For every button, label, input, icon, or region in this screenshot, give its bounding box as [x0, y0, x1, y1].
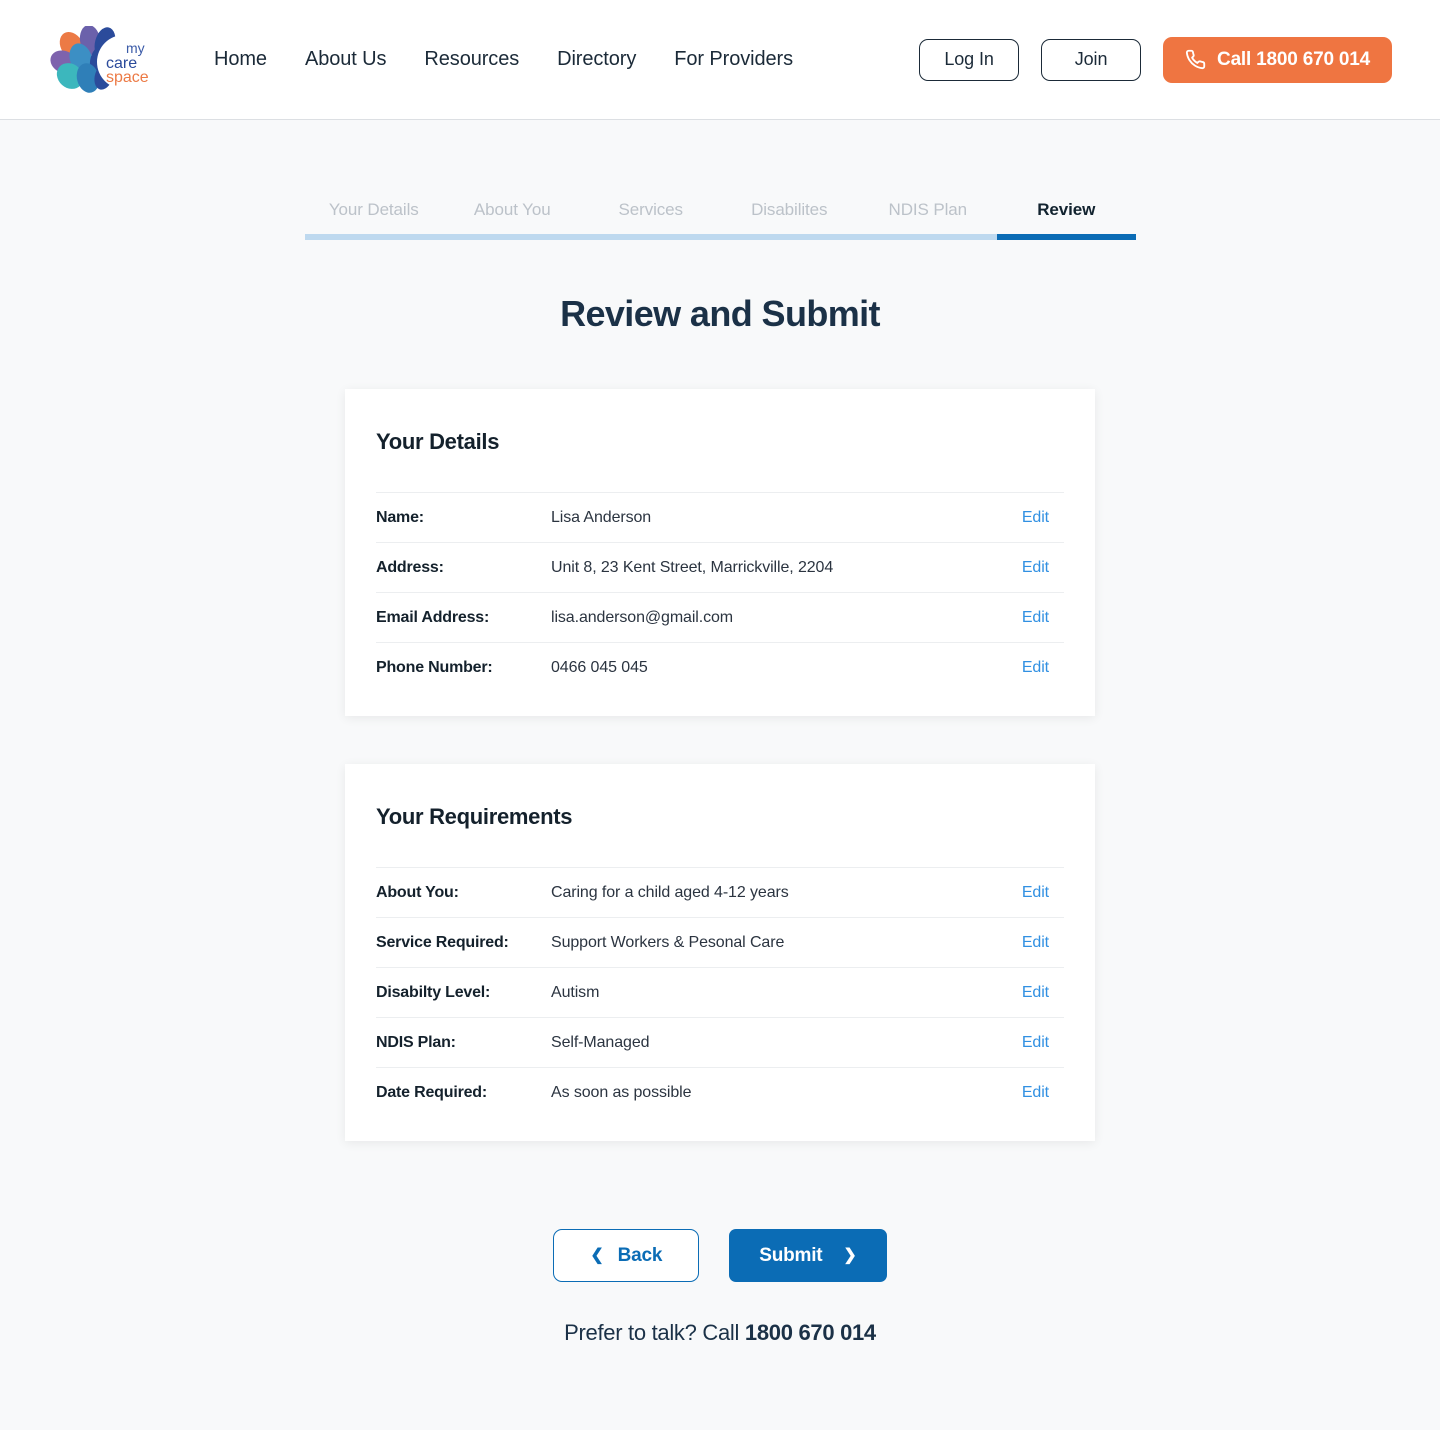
table-row: Email Address: lisa.anderson@gmail.com E… — [376, 592, 1064, 642]
submit-button-label: Submit — [759, 1244, 823, 1266]
form-actions: ❮ Back Submit ❯ — [0, 1229, 1440, 1282]
join-button[interactable]: Join — [1041, 38, 1142, 81]
table-row: Service Required: Support Workers & Peso… — [376, 917, 1064, 967]
main-nav: Home About Us Resources Directory For Pr… — [214, 48, 793, 71]
row-value-ndis-plan: Self-Managed — [551, 1033, 650, 1051]
your-requirements-card-title: Your Requirements — [376, 804, 573, 829]
edit-link-disability-level[interactable]: Edit — [1022, 984, 1064, 1002]
prefer-to-talk: Prefer to talk? Call 1800 670 014 — [0, 1320, 1440, 1346]
row-label-name: Name: — [376, 508, 424, 526]
back-button-label: Back — [617, 1244, 663, 1266]
row-label-address: Address: — [376, 558, 444, 576]
table-row: About You: Caring for a child aged 4-12 … — [376, 867, 1064, 917]
phone-icon — [1185, 49, 1206, 70]
submit-button[interactable]: Submit ❯ — [729, 1229, 887, 1282]
row-value-phone-number: 0466 045 045 — [551, 658, 648, 676]
step-your-details[interactable]: Your Details — [305, 200, 444, 222]
nav-item-resources[interactable]: Resources — [424, 48, 519, 71]
table-row: NDIS Plan: Self-Managed Edit — [376, 1017, 1064, 1067]
nav-item-home[interactable]: Home — [214, 48, 267, 71]
progress-bar-remaining — [305, 234, 998, 240]
edit-link-about-you[interactable]: Edit — [1022, 884, 1064, 902]
row-label-service-required: Service Required: — [376, 933, 509, 951]
site-header: my care space Home About Us Resources Di… — [0, 0, 1440, 120]
table-row: Address: Unit 8, 23 Kent Street, Marrick… — [376, 542, 1064, 592]
edit-link-ndis-plan[interactable]: Edit — [1022, 1034, 1064, 1052]
row-value-disability-level: Autism — [551, 983, 600, 1001]
edit-link-phone-number[interactable]: Edit — [1022, 659, 1064, 677]
step-services[interactable]: Services — [582, 200, 721, 222]
svg-text:my: my — [126, 40, 145, 56]
row-value-address: Unit 8, 23 Kent Street, Marrickville, 22… — [551, 558, 834, 576]
prefer-to-talk-phone: 1800 670 014 — [744, 1320, 876, 1345]
login-button[interactable]: Log In — [919, 38, 1020, 81]
back-button[interactable]: ❮ Back — [553, 1229, 700, 1282]
your-details-card-title: Your Details — [376, 429, 500, 454]
edit-link-address[interactable]: Edit — [1022, 559, 1064, 577]
site-logo[interactable]: my care space — [50, 25, 170, 95]
row-value-email-address: lisa.anderson@gmail.com — [551, 608, 734, 626]
table-row: Phone Number: 0466 045 045 Edit — [376, 642, 1064, 692]
row-label-about-you: About You: — [376, 883, 459, 901]
progress-steps: Your Details About You Services Disabili… — [304, 190, 1136, 240]
call-button[interactable]: Call 1800 670 014 — [1163, 36, 1392, 83]
nav-item-directory[interactable]: Directory — [557, 48, 636, 71]
row-label-disability-level: Disabilty Level: — [376, 983, 491, 1001]
progress-steps-container: Your Details About You Services Disabili… — [0, 190, 1440, 240]
edit-link-email-address[interactable]: Edit — [1022, 609, 1064, 627]
nav-item-for-providers[interactable]: For Providers — [674, 48, 793, 71]
row-value-name: Lisa Anderson — [551, 508, 652, 526]
table-row: Date Required: As soon as possible Edit — [376, 1067, 1064, 1117]
chevron-right-icon: ❯ — [843, 1246, 857, 1264]
table-row: Disabilty Level: Autism Edit — [376, 967, 1064, 1017]
row-label-phone-number: Phone Number: — [376, 658, 493, 676]
progress-bar-track — [304, 234, 1136, 240]
step-ndis-plan[interactable]: NDIS Plan — [859, 200, 998, 222]
my-care-space-logo-icon: my care space — [50, 25, 151, 93]
table-row: Name: Lisa Anderson Edit — [376, 492, 1064, 542]
your-details-card: Your Details Name: Lisa Anderson Edit Ad… — [345, 389, 1095, 716]
page-title: Review and Submit — [560, 293, 880, 334]
nav-item-about-us[interactable]: About Us — [305, 48, 387, 71]
your-requirements-card: Your Requirements About You: Caring for … — [345, 764, 1095, 1141]
progress-step-labels: Your Details About You Services Disabili… — [305, 190, 1136, 222]
prefer-to-talk-text: Prefer to talk? Call — [564, 1320, 740, 1345]
row-value-service-required: Support Workers & Pesonal Care — [551, 933, 785, 951]
row-label-email-address: Email Address: — [376, 608, 490, 626]
svg-text:space: space — [106, 69, 149, 86]
row-value-date-required: As soon as possible — [551, 1083, 692, 1101]
step-disabilites[interactable]: Disabilites — [720, 200, 859, 222]
call-button-label: Call 1800 670 014 — [1217, 48, 1370, 70]
step-about-you[interactable]: About You — [443, 200, 582, 222]
progress-bar-fill — [997, 234, 1136, 240]
step-review[interactable]: Review — [997, 200, 1136, 222]
row-label-date-required: Date Required: — [376, 1083, 487, 1101]
edit-link-service-required[interactable]: Edit — [1022, 934, 1064, 952]
chevron-left-icon: ❮ — [590, 1246, 604, 1264]
edit-link-date-required[interactable]: Edit — [1022, 1084, 1064, 1102]
edit-link-name[interactable]: Edit — [1022, 509, 1064, 527]
row-value-about-you: Caring for a child aged 4-12 years — [551, 883, 789, 901]
header-actions: Log In Join Call 1800 670 014 — [919, 36, 1392, 83]
row-label-ndis-plan: NDIS Plan: — [376, 1033, 456, 1051]
